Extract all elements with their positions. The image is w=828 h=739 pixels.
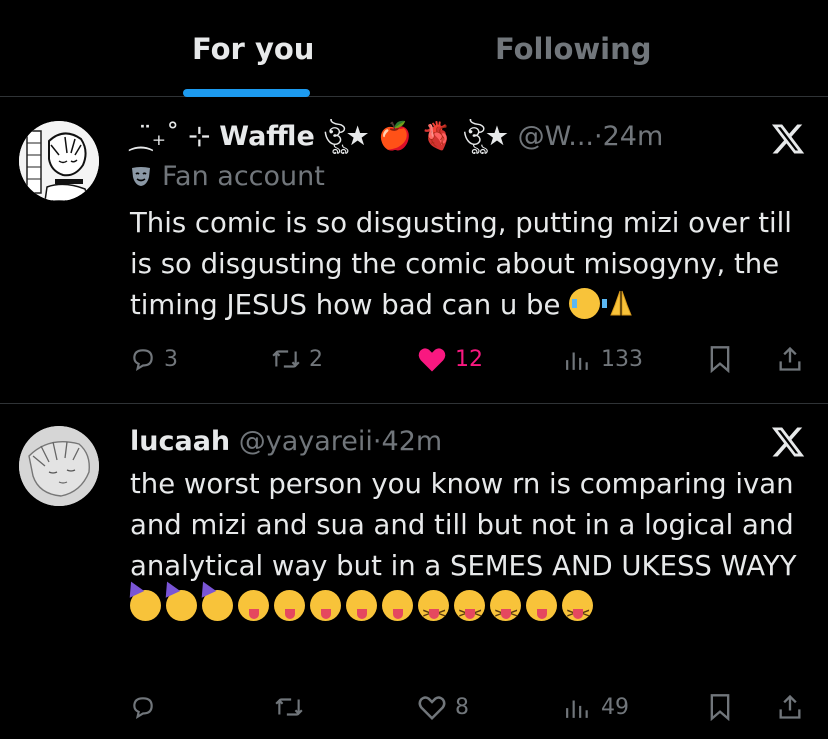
x-logo-icon[interactable]	[770, 424, 806, 460]
views-count: 133	[601, 346, 643, 372]
folded-hands-emoji	[605, 287, 637, 331]
reply-button[interactable]	[130, 687, 164, 727]
face-with-tongue-emoji	[310, 590, 341, 621]
squinting-face-with-tongue-emoji	[454, 590, 485, 634]
share-icon	[779, 694, 801, 719]
display-name[interactable]: lucaah	[130, 426, 230, 457]
tab-for-you[interactable]: For you	[192, 32, 314, 66]
share-icon	[779, 346, 801, 371]
share-button[interactable]	[776, 339, 804, 379]
timestamp[interactable]: 42m	[382, 426, 443, 457]
face-savoring-food-emoji	[238, 590, 269, 621]
views-button[interactable]: 133	[563, 339, 643, 379]
reply-icon	[133, 697, 153, 719]
bookmark-button[interactable]	[708, 687, 732, 727]
sketch-avatar-image	[19, 426, 99, 506]
tweet-actions: 3 2 12 133	[0, 339, 828, 379]
repost-icon	[275, 698, 303, 716]
like-count: 8	[455, 694, 469, 720]
tweet[interactable]: lucaah @yayareii·42m the worst person yo…	[0, 404, 828, 739]
tab-following[interactable]: Following	[495, 32, 652, 66]
active-tab-indicator	[183, 89, 310, 97]
avatar[interactable]	[19, 426, 99, 506]
loudly-crying-face-emoji	[569, 288, 608, 319]
heart-filled-icon	[418, 348, 446, 372]
name-prefix-decoration: ⁔̈₊˚ ⊹	[130, 121, 211, 152]
face-with-tongue-emoji	[526, 590, 557, 621]
repost-count: 2	[309, 346, 323, 372]
manga-avatar-image	[19, 121, 99, 201]
face-with-tongue-emoji	[382, 590, 413, 621]
handle[interactable]: @W...	[518, 121, 594, 152]
views-count: 49	[601, 694, 629, 720]
timeline-tabs: For you Following	[0, 0, 828, 97]
timestamp[interactable]: 24m	[603, 121, 664, 152]
tweet[interactable]: ⁔̈₊˚ ⊹ Waffle ঔৣ★ 🍎 🫀 ঔৣ★ @W...·24m Fan …	[0, 97, 828, 404]
reply-icon	[133, 349, 153, 371]
repost-button[interactable]	[274, 687, 312, 727]
bookmark-icon	[710, 694, 730, 721]
views-chart-icon	[566, 700, 588, 718]
tweet-text-content: the worst person you know rn is comparin…	[130, 468, 797, 582]
partying-face-emoji	[202, 590, 233, 621]
heart-outline-icon	[418, 696, 446, 721]
x-logo-icon[interactable]	[770, 121, 806, 157]
tweet-text-content: This comic is so disgusting, putting miz…	[130, 207, 792, 321]
views-button[interactable]: 49	[563, 687, 629, 727]
tweet-header: ⁔̈₊˚ ⊹ Waffle ঔৣ★ 🍎 🫀 ঔৣ★ @W...·24m	[130, 119, 663, 155]
like-button[interactable]: 12	[417, 339, 483, 379]
fan-account-label: Fan account	[130, 161, 325, 192]
fan-account-text: Fan account	[162, 161, 325, 192]
tweet-header: lucaah @yayareii·42m	[130, 424, 442, 460]
tweet-text: This comic is so disgusting, putting miz…	[130, 203, 820, 331]
repost-button[interactable]: 2	[271, 339, 323, 379]
bookmark-button[interactable]	[708, 339, 732, 379]
squinting-face-with-tongue-emoji	[418, 590, 449, 634]
face-with-tongue-emoji	[346, 590, 377, 621]
like-count: 12	[455, 346, 483, 372]
tweet-actions: 8 49	[0, 687, 828, 727]
mask-icon	[132, 167, 150, 186]
squinting-face-with-tongue-emoji	[490, 590, 521, 634]
avatar[interactable]	[19, 121, 99, 201]
tweet-text: the worst person you know rn is comparin…	[130, 464, 820, 634]
bookmark-icon	[710, 346, 730, 373]
repost-icon	[272, 350, 300, 368]
views-chart-icon	[566, 352, 588, 370]
face-savoring-food-emoji	[274, 590, 305, 621]
partying-face-emoji	[130, 590, 161, 621]
partying-face-emoji	[166, 590, 197, 621]
share-button[interactable]	[776, 687, 804, 727]
display-name[interactable]: Waffle	[219, 121, 315, 152]
separator-dot: ·	[594, 121, 603, 152]
squinting-face-with-tongue-emoji	[562, 590, 593, 634]
handle[interactable]: @yayareii	[239, 426, 373, 457]
reply-count: 3	[164, 346, 178, 372]
name-suffix-decoration: ঔৣ★ 🍎 🫀 ঔৣ★	[323, 121, 510, 152]
like-button[interactable]: 8	[417, 687, 469, 727]
reply-button[interactable]: 3	[130, 339, 178, 379]
separator-dot: ·	[372, 426, 382, 457]
